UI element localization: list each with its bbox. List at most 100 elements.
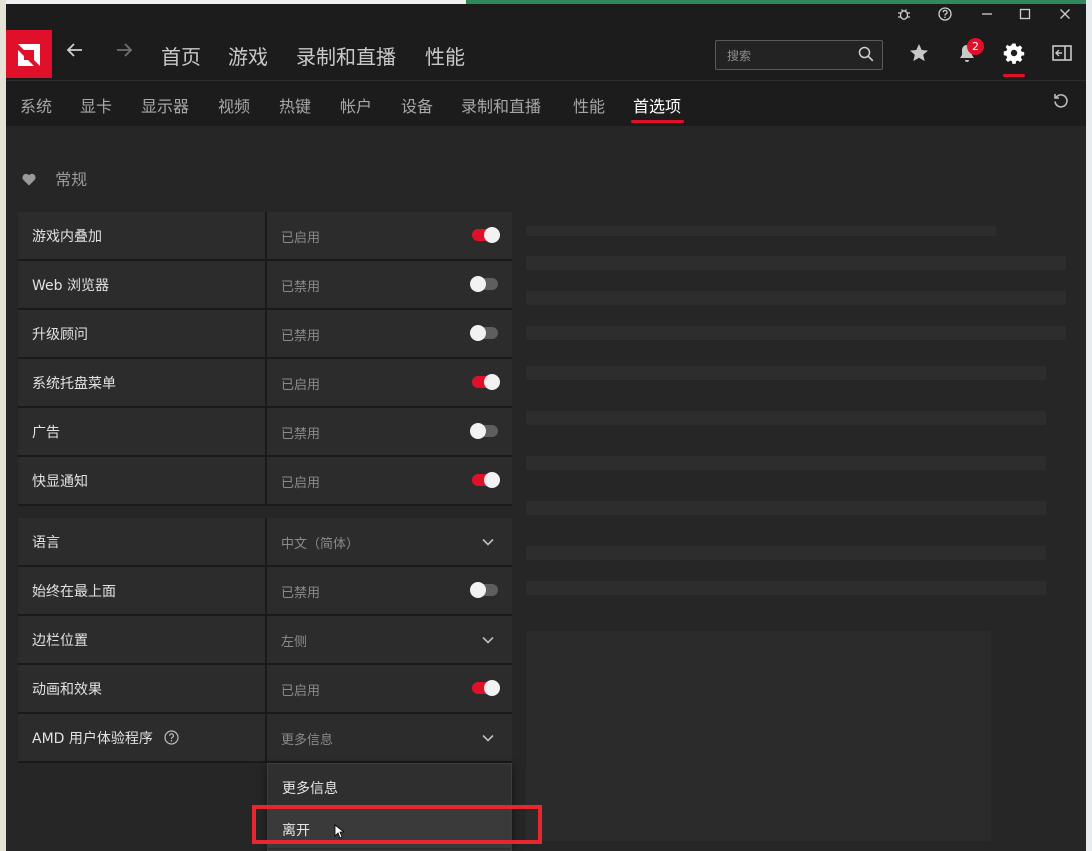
- minimize-icon[interactable]: [976, 7, 998, 27]
- setting-row: 广告 已禁用: [18, 408, 512, 457]
- toggle-switch[interactable]: [472, 472, 500, 488]
- setting-value-cell[interactable]: 已禁用: [267, 408, 512, 455]
- tab-hotkeys[interactable]: 热键: [279, 93, 311, 117]
- toggle-switch[interactable]: [470, 276, 498, 292]
- setting-value: 已禁用: [281, 427, 321, 442]
- settings-active-indicator: [1003, 74, 1025, 77]
- sidebar-toggle-icon[interactable]: [1051, 42, 1077, 68]
- background-blur: [526, 226, 996, 236]
- notification-badge: 2: [967, 38, 984, 55]
- toggle-knob: [484, 680, 500, 696]
- toggle-switch[interactable]: [472, 374, 500, 390]
- setting-value-cell[interactable]: 左侧: [267, 616, 512, 663]
- setting-value-cell[interactable]: 已禁用: [267, 567, 512, 614]
- tab-system[interactable]: 系统: [20, 93, 52, 117]
- setting-row: Web 浏览器 已禁用: [18, 261, 512, 310]
- setting-label-cell: 动画和效果: [18, 665, 265, 712]
- annotation-highlight-box: [252, 805, 542, 844]
- toggle-knob: [470, 582, 486, 598]
- toggle-switch[interactable]: [470, 325, 498, 341]
- setting-value-cell[interactable]: 中文（简体）: [267, 518, 512, 565]
- tab-account[interactable]: 帐户: [340, 93, 372, 117]
- setting-label: 语言: [32, 535, 60, 551]
- setting-value-cell[interactable]: 已启用: [267, 212, 512, 259]
- setting-row: 游戏内叠加 已启用: [18, 212, 512, 261]
- nav-item-home[interactable]: 首页: [161, 41, 201, 70]
- amd-logo[interactable]: [6, 30, 52, 78]
- setting-row: AMD 用户体验程序 更多信息: [18, 714, 512, 763]
- setting-value-cell[interactable]: 已启用: [267, 359, 512, 406]
- setting-label-cell: 系统托盘菜单: [18, 359, 265, 406]
- nav-item-games[interactable]: 游戏: [228, 41, 268, 70]
- setting-value-cell[interactable]: 已启用: [267, 457, 512, 504]
- setting-value: 已启用: [281, 231, 321, 246]
- setting-value-cell[interactable]: 已启用: [267, 665, 512, 712]
- close-icon[interactable]: [1054, 7, 1076, 27]
- chevron-down-icon[interactable]: [481, 633, 495, 647]
- setting-label: 动画和效果: [32, 682, 102, 698]
- setting-value-cell[interactable]: 已禁用: [267, 310, 512, 357]
- background-blur: [526, 326, 1066, 340]
- chevron-down-icon[interactable]: [481, 731, 495, 745]
- setting-label-cell: AMD 用户体验程序: [18, 714, 265, 761]
- settings-group-2: 语言 中文（简体） 始终在最上面 已禁用 边栏位置 左侧 动画和效果 已启用 AMD 用户体验程…: [18, 518, 512, 763]
- tab-performance[interactable]: 性能: [573, 93, 605, 117]
- toggle-knob: [484, 374, 500, 390]
- toggle-switch[interactable]: [472, 227, 500, 243]
- setting-value-cell[interactable]: 更多信息: [267, 714, 512, 761]
- maximize-icon[interactable]: [1014, 7, 1036, 27]
- setting-label: 始终在最上面: [32, 584, 116, 600]
- setting-value: 中文（简体）: [281, 537, 360, 552]
- search-input[interactable]: 搜索: [715, 40, 883, 70]
- settings-gear-icon[interactable]: [1003, 42, 1029, 68]
- setting-value: 更多信息: [281, 733, 334, 748]
- background-blur: [526, 256, 1066, 270]
- tab-preferences[interactable]: 首选项: [633, 93, 681, 117]
- bug-icon[interactable]: [893, 7, 915, 27]
- setting-value-cell[interactable]: 已禁用: [267, 261, 512, 308]
- search-icon[interactable]: [858, 46, 874, 66]
- setting-label-cell: Web 浏览器: [18, 261, 265, 308]
- setting-label-cell: 升级顾问: [18, 310, 265, 357]
- setting-label: 升级顾问: [32, 327, 88, 343]
- setting-label-cell: 始终在最上面: [18, 567, 265, 614]
- toggle-knob: [470, 325, 486, 341]
- title-bar: [6, 4, 1086, 30]
- tab-video[interactable]: 视频: [218, 93, 250, 117]
- tab-display[interactable]: 显示器: [141, 93, 189, 117]
- tab-record-stream[interactable]: 录制和直播: [461, 93, 541, 117]
- chevron-down-icon[interactable]: [481, 535, 495, 549]
- toggle-switch[interactable]: [472, 680, 500, 696]
- setting-label: 系统托盘菜单: [32, 376, 116, 392]
- toggle-knob: [470, 276, 486, 292]
- background-blur: [526, 501, 1046, 515]
- tab-graphics[interactable]: 显卡: [80, 93, 112, 117]
- setting-value: 已禁用: [281, 586, 321, 601]
- background-blur: [526, 411, 1046, 425]
- setting-value: 已禁用: [281, 280, 321, 295]
- nav-item-record-stream[interactable]: 录制和直播: [296, 41, 396, 70]
- setting-label-cell: 语言: [18, 518, 265, 565]
- setting-row: 升级顾问 已禁用: [18, 310, 512, 359]
- back-arrow-icon[interactable]: [66, 40, 84, 65]
- forward-arrow-icon[interactable]: [115, 40, 133, 65]
- setting-label: AMD 用户体验程序: [32, 731, 153, 747]
- nav-item-performance[interactable]: 性能: [425, 41, 465, 70]
- help-icon[interactable]: [934, 7, 956, 27]
- toggle-switch[interactable]: [470, 423, 498, 439]
- setting-row: 边栏位置 左侧: [18, 616, 512, 665]
- help-icon[interactable]: [164, 730, 179, 745]
- setting-row: 语言 中文（简体）: [18, 518, 512, 567]
- toggle-switch[interactable]: [470, 582, 498, 598]
- section-title: 常规: [55, 170, 88, 189]
- reset-icon[interactable]: [1052, 92, 1070, 114]
- setting-label: 边栏位置: [32, 633, 88, 649]
- setting-value: 已启用: [281, 476, 321, 491]
- dropdown-option-more-info[interactable]: 更多信息: [268, 766, 511, 806]
- toggle-knob: [484, 227, 500, 243]
- main-nav: 首页 游戏 录制和直播 性能 搜索 2: [6, 30, 1086, 80]
- toggle-knob: [470, 423, 486, 439]
- tab-devices[interactable]: 设备: [401, 93, 433, 117]
- favorites-star-icon[interactable]: [908, 42, 934, 68]
- background-blur: [526, 581, 1046, 595]
